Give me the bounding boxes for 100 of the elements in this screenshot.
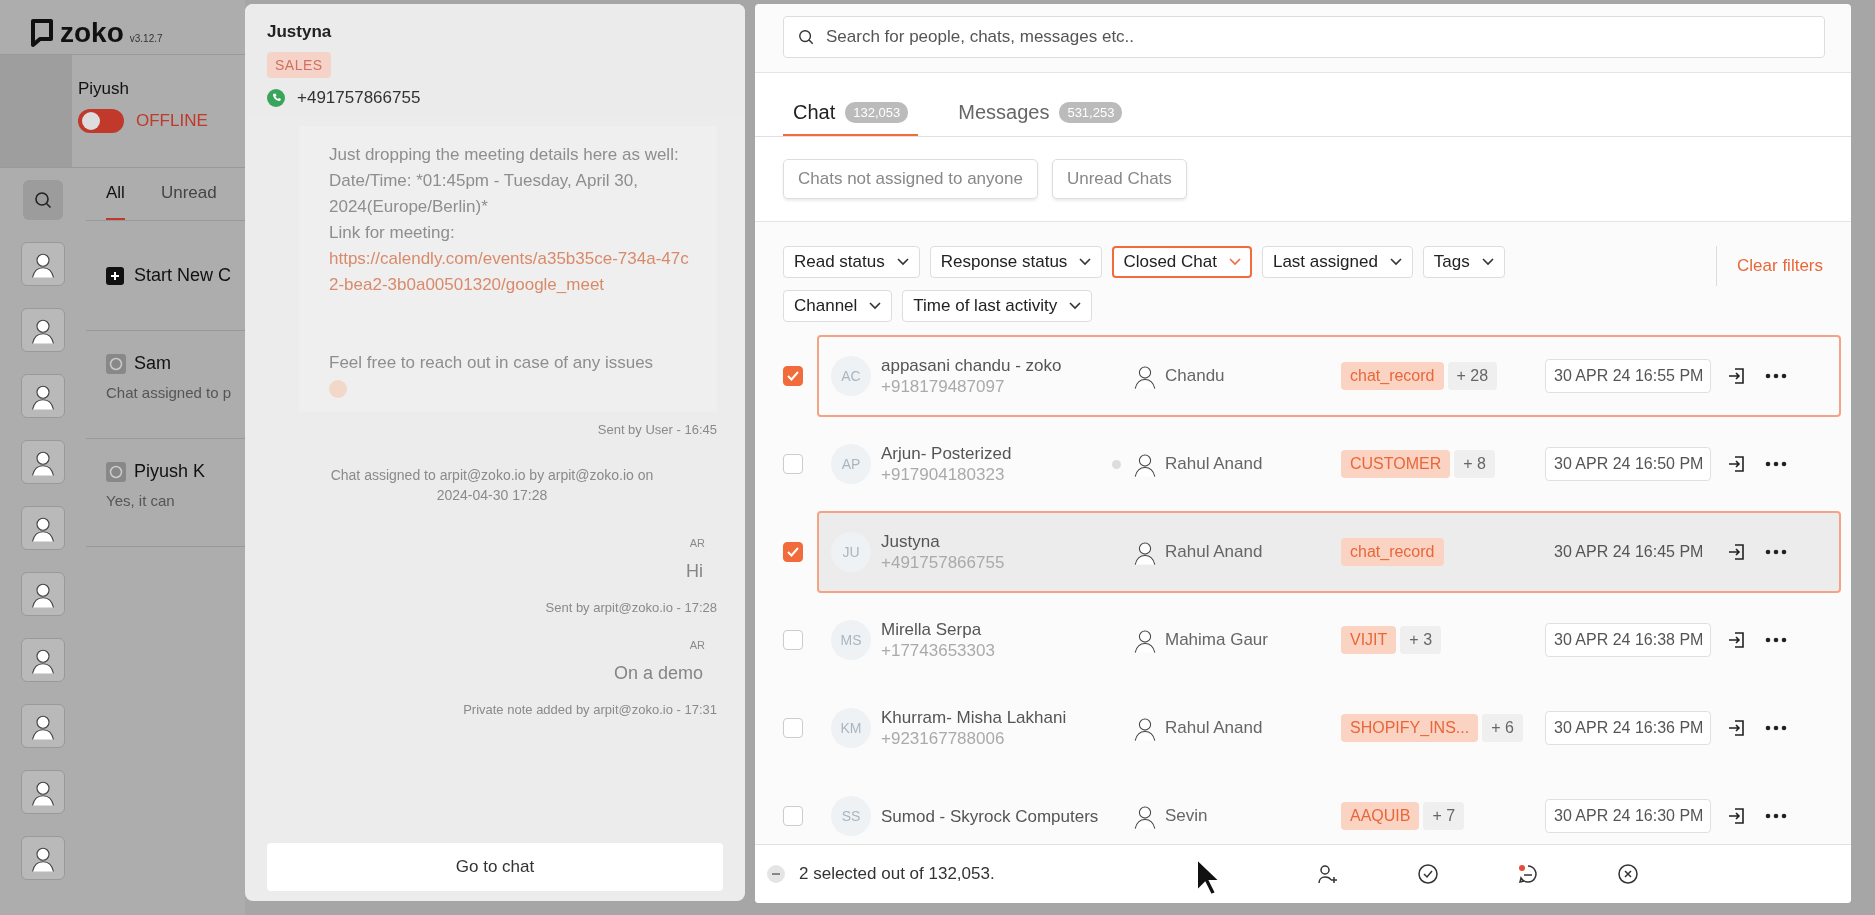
- more-tags-count: + 7: [1423, 802, 1465, 830]
- agent-name: Chandu: [1165, 366, 1225, 386]
- filter-dropdown[interactable]: Last assigned: [1261, 246, 1413, 278]
- contact-phone: +491757866755: [881, 552, 1006, 573]
- row-checkbox[interactable]: [783, 454, 803, 474]
- filter-dropdown[interactable]: Tags: [1422, 246, 1505, 278]
- inbox-tab[interactable]: All: [106, 182, 125, 220]
- search-icon: [34, 191, 52, 209]
- filter-dropdown[interactable]: Closed Chat: [1112, 246, 1252, 278]
- row-checkbox[interactable]: [783, 366, 803, 386]
- message-meta: Sent by User - 16:45: [597, 422, 717, 437]
- profile-name: Piyush: [78, 79, 131, 99]
- agent-name: Rahul Anand: [1165, 718, 1263, 738]
- chat-row[interactable]: JU Justyna +491757866755 Rahul Anand chat_record 30 APR 24 16:45 PM: [817, 511, 1841, 593]
- filter-dropdown[interactable]: Response status: [929, 246, 1103, 278]
- chevron-down-icon: [869, 302, 882, 310]
- minus-icon: [772, 873, 780, 875]
- phone-bubble-icon: [267, 89, 285, 107]
- chat-row[interactable]: MS Mirella Serpa +17743653303 Mahima Gaur VIJIT + 3 30 APR 24 16:38 PM: [817, 599, 1841, 681]
- contact-avatar[interactable]: [21, 704, 65, 748]
- agent-name: Rahul Anand: [1165, 542, 1263, 562]
- more-tags-count: + 8: [1454, 450, 1495, 478]
- row-checkbox[interactable]: [783, 806, 803, 826]
- message-text: Hi: [686, 560, 703, 583]
- filter-dropdown[interactable]: Read status: [783, 246, 920, 278]
- system-message: Chat assigned to arpit@zoko.io by arpit@zoko.io on 2024-04-30 17:28: [329, 466, 655, 505]
- checkmark-icon: [787, 371, 799, 381]
- logo-text: zoko: [60, 17, 124, 49]
- contact-name: Arjun- Posterized: [881, 443, 1013, 463]
- tag-label: VIJIT: [1341, 626, 1397, 654]
- go-to-chat-button[interactable]: Go to chat: [267, 843, 723, 891]
- tag-label: CUSTOMER: [1341, 450, 1451, 478]
- quick-filter-button[interactable]: Unread Chats: [1051, 159, 1187, 199]
- filter-dropdown[interactable]: Time of last activity: [902, 290, 1093, 322]
- message-text: Feel free to reach out in case of any issues: [329, 353, 654, 372]
- initials-avatar: AC: [831, 356, 871, 396]
- contact-phone: +917904180323: [881, 464, 1006, 485]
- timestamp: 30 APR 24 16:38 PM: [1545, 623, 1711, 657]
- initials-avatar: SS: [831, 796, 871, 836]
- contact-avatar[interactable]: [21, 572, 65, 616]
- tag-label: AAQUIB: [1341, 802, 1420, 830]
- chat-row[interactable]: KM Khurram- Misha Lakhani +923167788006 Rahul Anand SHOPIFY_INS... + 6 30 APR 24 16:36 PM: [817, 687, 1841, 769]
- contact-avatar[interactable]: [21, 440, 65, 484]
- status-toggle[interactable]: [78, 109, 124, 133]
- row-checkbox[interactable]: [783, 542, 803, 562]
- search-box[interactable]: Search for people, chats, messages etc..: [783, 16, 1825, 58]
- contact-avatar[interactable]: [21, 836, 65, 880]
- chat-name[interactable]: Sam: [134, 353, 171, 374]
- filter-dropdown[interactable]: Channel: [783, 290, 893, 322]
- contact-phone: +918179487097: [881, 376, 1006, 397]
- agent-name: Rahul Anand: [1165, 454, 1263, 474]
- search-icon: [798, 29, 814, 45]
- contact-avatar[interactable]: [21, 638, 65, 682]
- agent-name: Mahima Gaur: [1165, 630, 1268, 650]
- chat-bubble-icon: [106, 461, 126, 482]
- chat-row[interactable]: AP Arjun- Posterized +917904180323 Rahul Anand CUSTOMER + 8 30 APR 24 16:50 PM: [817, 423, 1841, 505]
- plus-icon: [106, 266, 124, 285]
- chat-row[interactable]: AC appasani chandu - zoko +918179487097 Chandu chat_record + 28 30 APR 24 16:55 PM: [817, 335, 1841, 417]
- chevron-down-icon: [1389, 258, 1402, 266]
- more-tags-count: + 3: [1400, 626, 1442, 654]
- initials-avatar: MS: [831, 620, 871, 660]
- search-field[interactable]: Search for people, chats, messages etc..: [824, 26, 1810, 48]
- chat-bubble-icon: [106, 353, 126, 374]
- results-tab[interactable]: Chat 132,053: [783, 101, 919, 136]
- contact-phone: +923167788006: [881, 728, 1006, 749]
- contact-tag: SALES: [267, 52, 331, 78]
- timestamp: 30 APR 24 16:55 PM: [1545, 359, 1711, 393]
- search-button[interactable]: [23, 180, 63, 220]
- contact-avatar[interactable]: [21, 242, 65, 286]
- contact-avatar[interactable]: [21, 374, 65, 418]
- contact-name: appasani chandu - zoko: [881, 355, 1063, 375]
- sender-initials: AR: [689, 639, 705, 651]
- version-text: v3.12.7: [129, 33, 163, 44]
- results-tab[interactable]: Messages 531,253: [948, 101, 1133, 136]
- contact-name: Justyna: [881, 531, 941, 551]
- row-checkbox[interactable]: [783, 630, 803, 650]
- chat-name[interactable]: Piyush K: [134, 461, 206, 482]
- timestamp: 30 APR 24 16:30 PM: [1545, 799, 1711, 833]
- quick-filter-button[interactable]: Chats not assigned to anyone: [783, 159, 1038, 199]
- chevron-down-icon: [1069, 302, 1082, 310]
- contact-avatar[interactable]: [21, 770, 65, 814]
- count-badge: 531,253: [1059, 102, 1123, 123]
- timestamp: 30 APR 24 16:36 PM: [1545, 711, 1711, 745]
- tag-label: chat_record: [1341, 362, 1444, 390]
- message-meta: Private note added by arpit@zoko.io - 17:31: [463, 702, 717, 717]
- contact-name: Khurram- Misha Lakhani: [881, 707, 1068, 727]
- initials-avatar: AP: [831, 444, 871, 484]
- chat-row[interactable]: SS Sumod - Skyrock Computers Sevin AAQUIB + 7 30 APR 24 16:30 PM: [817, 775, 1841, 844]
- contact-avatar[interactable]: [21, 506, 65, 550]
- initials-avatar: KM: [831, 708, 871, 748]
- contact-phone: +17743653303: [881, 640, 996, 661]
- agent-name: Sevin: [1165, 806, 1208, 826]
- count-badge: 132,053: [845, 102, 909, 123]
- tag-label: chat_record: [1341, 538, 1444, 566]
- checkmark-icon: [787, 547, 799, 557]
- status-label: OFFLINE: [136, 111, 208, 131]
- inbox-tab[interactable]: Unread: [160, 182, 217, 220]
- deselect-button[interactable]: [767, 865, 785, 883]
- row-checkbox[interactable]: [783, 718, 803, 738]
- contact-avatar[interactable]: [21, 308, 65, 352]
